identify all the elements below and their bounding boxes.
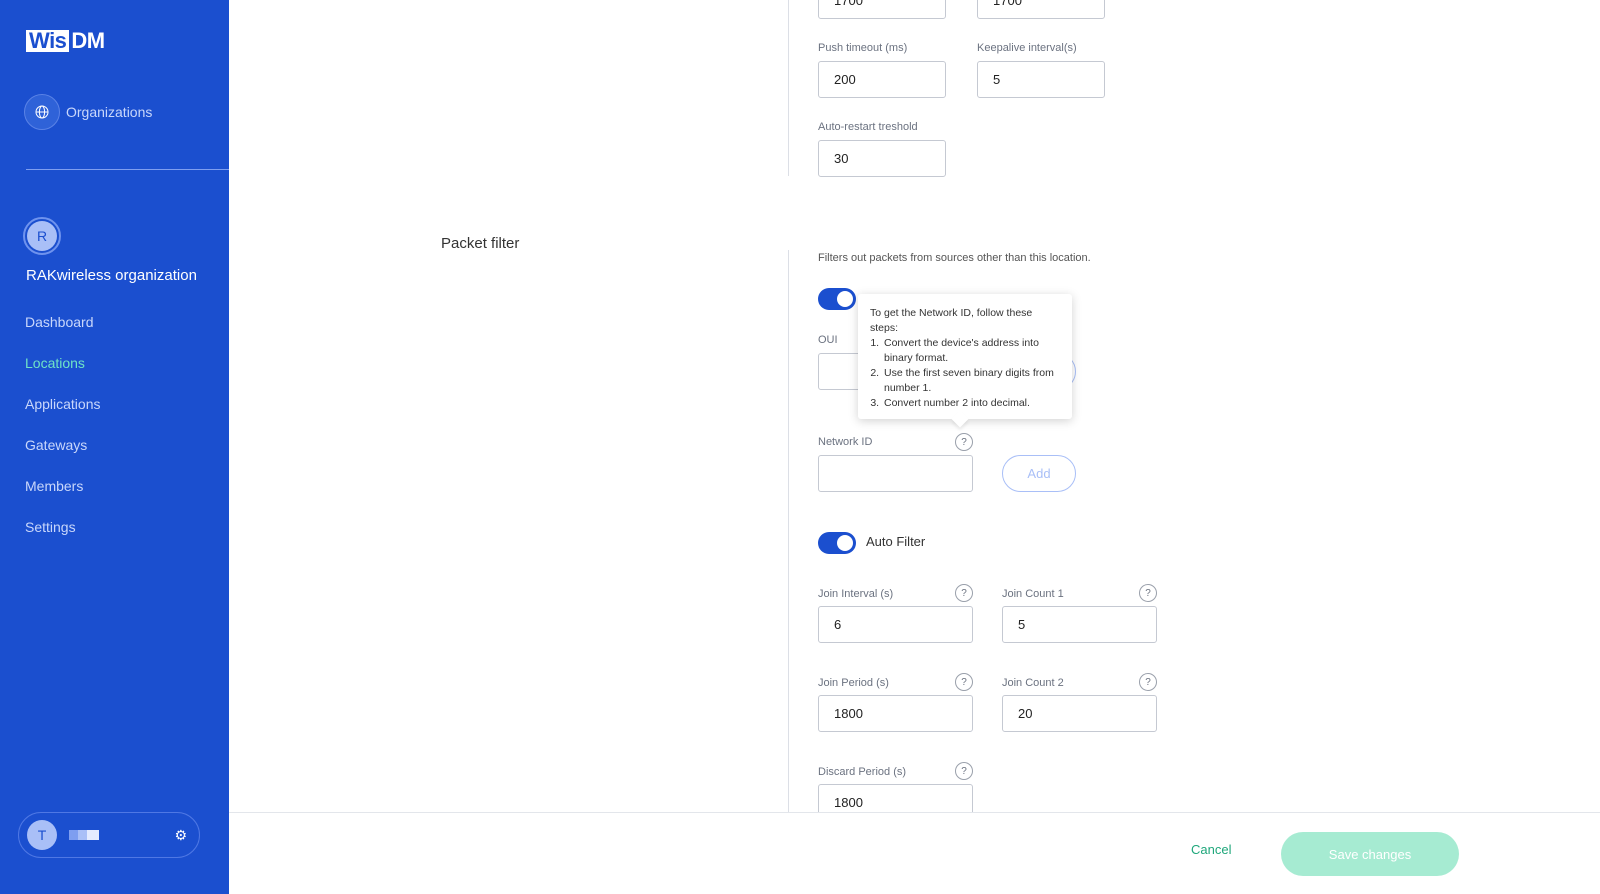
main-content: 1700 1700 Push timeout (ms) 200 Keepaliv… [229, 0, 1600, 812]
auto-filter-toggle[interactable] [818, 532, 856, 554]
network-id-help-icon[interactable]: ? [955, 433, 973, 451]
keepalive-input[interactable]: 5 [977, 61, 1105, 98]
join-count-1-label: Join Count 1 [1002, 588, 1064, 600]
logo-dm: DM [71, 28, 105, 53]
user-avatar: T [27, 820, 57, 850]
join-interval-label: Join Interval (s) [818, 588, 894, 600]
wisdm-logo[interactable]: Wis DM [26, 28, 105, 53]
org-initial: R [27, 221, 57, 251]
join-interval-help-icon[interactable]: ? [955, 584, 973, 602]
packet-filter-toggle[interactable] [818, 288, 856, 310]
gear-icon[interactable]: ⚙ [174, 827, 187, 844]
sidebar: Wis DM Organizations R RAKwireless organi… [0, 0, 229, 894]
section-divider-packet-filter [788, 250, 789, 812]
join-period-help-icon[interactable]: ? [955, 673, 973, 691]
auto-filter-label: Auto Filter [866, 534, 926, 549]
join-interval-input[interactable]: 6 [818, 606, 973, 643]
top-input-1[interactable]: 1700 [818, 0, 946, 19]
globe-icon [24, 94, 60, 130]
tooltip-step: Use the first seven binary digits from n… [882, 366, 1060, 396]
join-count-2-label: Join Count 2 [1002, 677, 1064, 689]
packet-filter-description: Filters out packets from sources other t… [818, 252, 1091, 264]
form-footer: Cancel Save changes [229, 812, 1600, 894]
join-count-2-help-icon[interactable]: ? [1139, 673, 1157, 691]
sidebar-nav: Dashboard Locations Applications Gateway… [25, 314, 101, 560]
packet-filter-title: Packet filter [441, 235, 520, 252]
join-period-input[interactable]: 1800 [818, 695, 973, 732]
save-changes-button[interactable]: Save changes [1281, 832, 1459, 876]
keepalive-label: Keepalive interval(s) [977, 42, 1077, 54]
user-menu[interactable]: T ⚙ [18, 812, 200, 858]
discard-period-input[interactable]: 1800 [818, 784, 973, 812]
org-name: RAKwireless organization [26, 267, 197, 284]
user-name-redacted [69, 830, 99, 840]
sidebar-item-dashboard[interactable]: Dashboard [25, 314, 101, 355]
organizations-link[interactable]: Organizations [24, 94, 152, 130]
network-id-tooltip: To get the Network ID, follow these step… [858, 294, 1072, 419]
push-timeout-label: Push timeout (ms) [818, 42, 908, 54]
push-timeout-input[interactable]: 200 [818, 61, 946, 98]
join-count-2-input[interactable]: 20 [1002, 695, 1157, 732]
tooltip-step: Convert the device's address into binary… [882, 336, 1060, 366]
tooltip-step: Convert number 2 into decimal. [882, 396, 1060, 411]
join-count-1-input[interactable]: 5 [1002, 606, 1157, 643]
discard-period-label: Discard Period (s) [818, 766, 907, 778]
cancel-button[interactable]: Cancel [1191, 842, 1231, 857]
organizations-label: Organizations [66, 104, 153, 120]
sidebar-item-gateways[interactable]: Gateways [25, 437, 101, 478]
network-id-input[interactable] [818, 455, 973, 492]
join-period-label: Join Period (s) [818, 677, 889, 689]
section-divider-top [788, 0, 789, 176]
sidebar-item-applications[interactable]: Applications [25, 396, 101, 437]
sidebar-divider [26, 169, 229, 170]
oui-label: OUI [818, 334, 838, 346]
sidebar-item-members[interactable]: Members [25, 478, 101, 519]
discard-period-help-icon[interactable]: ? [955, 762, 973, 780]
network-id-label: Network ID [818, 436, 873, 448]
join-count-1-help-icon[interactable]: ? [1139, 584, 1157, 602]
top-input-2[interactable]: 1700 [977, 0, 1105, 19]
org-avatar: R [23, 217, 61, 255]
add-network-id-button[interactable]: Add [1002, 455, 1076, 492]
auto-restart-label: Auto-restart treshold [818, 121, 918, 133]
sidebar-item-settings[interactable]: Settings [25, 519, 101, 560]
tooltip-steps: Convert the device's address into binary… [870, 336, 1060, 411]
tooltip-intro: To get the Network ID, follow these step… [870, 307, 1033, 334]
sidebar-item-locations[interactable]: Locations [25, 355, 101, 396]
logo-wis: Wis [26, 30, 70, 52]
auto-restart-input[interactable]: 30 [818, 140, 946, 177]
